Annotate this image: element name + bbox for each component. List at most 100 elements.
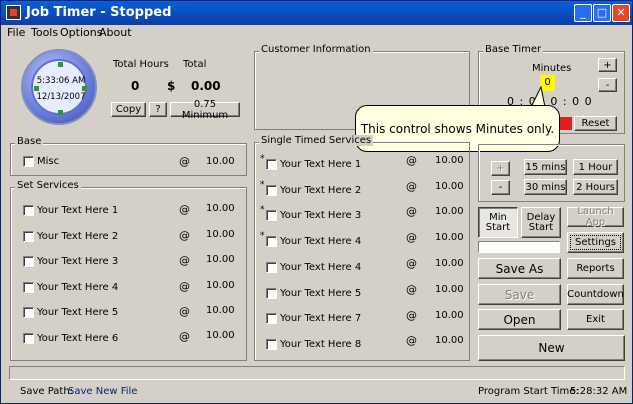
clock-tick-bottom — [58, 110, 63, 115]
clock-date: 12/13/2007 — [36, 92, 86, 102]
add-2-hours-button[interactable]: 2 Hours — [573, 179, 618, 195]
menu-about[interactable]: About — [99, 26, 132, 39]
set-service-price-1: 10.00 — [206, 203, 235, 214]
single-timed-label: Single Timed Services — [259, 135, 374, 146]
minimum-button[interactable]: 0.75 Minimum — [170, 99, 240, 121]
copy-button[interactable]: Copy — [111, 102, 146, 117]
total-hours-value: 0 — [131, 79, 140, 93]
timed-service-price-8: 10.00 — [435, 335, 464, 346]
clock-display: 5:33:06 AM 12/13/2007 — [21, 49, 97, 125]
set-service-checkbox-6[interactable] — [23, 333, 34, 344]
countdown-button[interactable]: Countdown — [567, 284, 624, 305]
timed-service-checkbox-5[interactable] — [266, 262, 277, 273]
timed-service-at-7: @ — [406, 309, 417, 322]
set-service-label-2: Your Text Here 2 — [37, 231, 119, 242]
timed-star-2: * — [260, 180, 265, 190]
set-service-price-5: 10.00 — [206, 305, 235, 316]
timed-service-checkbox-4[interactable] — [266, 236, 277, 247]
timed-service-label-7: Your Text Here 7 — [280, 313, 362, 324]
timed-service-at-6: @ — [406, 283, 417, 296]
total-hours-label: Total Hours — [113, 59, 169, 70]
open-button[interactable]: Open — [478, 309, 561, 330]
minutes-plus-button[interactable]: + — [598, 58, 617, 72]
total-label: Total — [183, 59, 207, 70]
timed-service-price-3: 10.00 — [435, 206, 464, 217]
timed-service-checkbox-6[interactable] — [266, 288, 277, 299]
timed-service-label-3: Your Text Here 3 — [280, 210, 362, 221]
set-service-checkbox-3[interactable] — [23, 256, 34, 267]
set-service-price-3: 10.00 — [206, 254, 235, 265]
timed-service-checkbox-7[interactable] — [266, 313, 277, 324]
minutes-label: Minutes — [532, 63, 572, 74]
set-service-checkbox-4[interactable] — [23, 282, 34, 293]
add-15-mins-button[interactable]: 15 mins — [524, 159, 567, 175]
time-plus-button[interactable]: + — [491, 161, 510, 176]
minimize-button[interactable]: _ — [574, 4, 592, 22]
misc-checkbox[interactable] — [23, 156, 34, 167]
timed-service-checkbox-8[interactable] — [266, 339, 277, 350]
title-bar[interactable]: Job Timer - Stopped _ □ ✕ — [1, 1, 632, 25]
delay-start-button[interactable]: Delay Start — [521, 207, 561, 238]
set-service-price-4: 10.00 — [206, 280, 235, 291]
timed-service-at-4: @ — [406, 231, 417, 244]
timed-service-price-7: 10.00 — [435, 310, 464, 321]
timed-star-4: * — [260, 231, 265, 241]
save-as-button[interactable]: Save As — [478, 258, 561, 279]
add-1-hour-button[interactable]: 1 Hour — [573, 159, 618, 175]
program-start-time-label: Program Start Time: — [478, 386, 579, 397]
help-button[interactable]: ? — [149, 102, 167, 117]
menu-tools[interactable]: Tools — [31, 26, 58, 39]
timed-service-label-8: Your Text Here 8 — [280, 339, 362, 350]
set-service-price-2: 10.00 — [206, 229, 235, 240]
set-service-checkbox-5[interactable] — [23, 307, 34, 318]
set-service-checkbox-1[interactable] — [23, 205, 34, 216]
save-button[interactable]: Save — [478, 284, 561, 305]
clock-face: 5:33:06 AM 12/13/2007 — [31, 59, 87, 115]
set-services-label: Set Services — [15, 180, 81, 191]
maximize-button[interactable]: □ — [593, 4, 611, 22]
minutes-minus-button[interactable]: - — [598, 78, 617, 92]
menu-file[interactable]: File — [7, 26, 25, 39]
tooltip-text: This control shows Minutes only. — [360, 121, 555, 136]
time-minus-button[interactable]: - — [491, 180, 510, 195]
timed-service-label-5: Your Text Here 4 — [280, 262, 362, 273]
timed-service-price-4: 10.00 — [435, 232, 464, 243]
timed-service-checkbox-1[interactable] — [266, 159, 277, 170]
set-service-label-4: Your Text Here 4 — [37, 282, 119, 293]
set-service-label-5: Your Text Here 5 — [37, 307, 119, 318]
new-button[interactable]: New — [478, 335, 625, 361]
timed-service-price-1: 10.00 — [435, 155, 464, 166]
add-30-mins-button[interactable]: 30 mins — [524, 179, 567, 195]
timed-service-label-1: Your Text Here 1 — [280, 159, 362, 170]
reset-button[interactable]: Reset — [574, 116, 617, 131]
set-service-label-3: Your Text Here 3 — [37, 256, 119, 267]
stop-indicator — [560, 117, 572, 130]
settings-button[interactable]: Settings — [567, 232, 624, 253]
timed-star-1: * — [260, 154, 265, 164]
clock-tick-left — [34, 86, 39, 91]
app-window: Job Timer - Stopped _ □ ✕ File Tools Opt… — [0, 0, 633, 404]
set-service-checkbox-2[interactable] — [23, 231, 34, 242]
app-icon[interactable] — [6, 5, 21, 20]
save-path-value[interactable]: Save New File — [68, 386, 137, 397]
clock-tick-right — [82, 86, 87, 91]
min-start-button[interactable]: Min Start — [478, 207, 518, 238]
set-service-at-4: @ — [179, 280, 190, 293]
clock-tick-top — [58, 62, 63, 67]
total-amount: 0.00 — [191, 79, 221, 93]
launch-app-button[interactable]: Launch App — [567, 206, 624, 228]
timed-service-at-3: @ — [406, 205, 417, 218]
set-service-at-3: @ — [179, 254, 190, 267]
misc-label: Misc — [37, 156, 60, 167]
menu-options[interactable]: Options — [60, 26, 102, 39]
reports-button[interactable]: Reports — [567, 258, 624, 279]
program-start-time-value: 5:28:32 AM — [570, 386, 628, 397]
timed-service-checkbox-3[interactable] — [266, 210, 277, 221]
timed-service-checkbox-2[interactable] — [266, 185, 277, 196]
progress-bar — [478, 241, 560, 253]
timed-service-label-4: Your Text Here 4 — [280, 236, 362, 247]
close-button[interactable]: ✕ — [612, 4, 630, 22]
timed-service-at-8: @ — [406, 334, 417, 347]
currency-symbol: $ — [167, 79, 176, 93]
exit-button[interactable]: Exit — [567, 309, 624, 330]
